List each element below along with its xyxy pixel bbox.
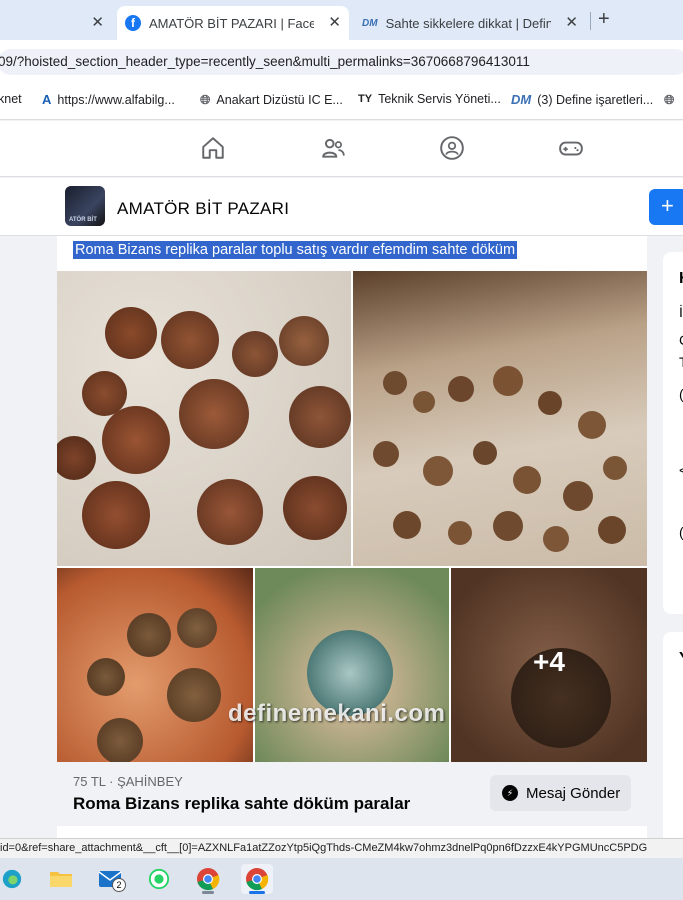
- mail-badge: 2: [112, 878, 126, 892]
- sidebar-text: H: [679, 270, 683, 288]
- edge-icon[interactable]: [0, 864, 28, 894]
- create-button[interactable]: +: [649, 189, 683, 225]
- sidebar-card: H İ C T ( < (: [663, 252, 683, 614]
- bookmark-item[interactable]: 🌐︎: [664, 92, 680, 108]
- new-tab-icon[interactable]: +: [598, 8, 610, 31]
- post-text: Roma Bizans replika paralar toplu satış …: [73, 241, 518, 259]
- browser-tab-strip: ✕ f AMATÖR BİT PAZARI | Facebook ✕ DM Sa…: [0, 0, 683, 40]
- running-indicator: [202, 891, 214, 894]
- mail-icon[interactable]: 2: [94, 864, 126, 894]
- definemekani-icon: DM: [362, 17, 378, 29]
- address-bar[interactable]: 09/?hoisted_section_header_type=recently…: [0, 49, 683, 75]
- messenger-icon: ⚡︎: [502, 785, 518, 801]
- send-message-button[interactable]: ⚡︎ Mesaj Gönder: [490, 775, 631, 811]
- bookmark-item[interactable]: 🌐︎ Anakart Dizüstü IC E...: [200, 92, 343, 108]
- sidebar-text: T: [679, 354, 683, 370]
- friends-icon[interactable]: [320, 135, 346, 161]
- groups-icon[interactable]: [439, 135, 465, 161]
- sidebar-text: <: [679, 462, 683, 478]
- bookmarks-bar: knet A https://www.alfabilg... 🌐︎ Anakar…: [0, 80, 683, 120]
- post-photo[interactable]: [255, 568, 449, 762]
- sidebar-text: İ: [679, 304, 683, 320]
- chrome-icon[interactable]: [241, 864, 273, 894]
- group-name[interactable]: AMATÖR BİT PAZARI: [117, 199, 289, 219]
- bookmark-label: (3) Define işaretleri...: [537, 92, 654, 107]
- post-photo-more[interactable]: +4: [451, 568, 647, 762]
- browser-tab[interactable]: DM Sahte sikkelere dikkat | Define iş ✕: [352, 6, 586, 40]
- tab-separator: [590, 12, 591, 30]
- close-tab-icon[interactable]: ✕: [328, 13, 341, 31]
- tab-title: AMATÖR BİT PAZARI | Facebook: [149, 15, 314, 31]
- globe-icon: 🌐︎: [664, 92, 675, 107]
- facebook-icon: f: [125, 15, 141, 31]
- browser-tab-active[interactable]: f AMATÖR BİT PAZARI | Facebook ✕: [117, 6, 349, 40]
- home-icon[interactable]: [200, 135, 226, 161]
- gaming-icon[interactable]: [558, 135, 584, 161]
- windows-taskbar: 2: [0, 858, 683, 900]
- post-card: Roma Bizans replika paralar toplu satış …: [57, 236, 647, 840]
- sidebar-text: C: [679, 332, 683, 348]
- group-avatar[interactable]: ATÖR BİT: [65, 186, 105, 226]
- marketplace-listing[interactable]: 75 TL · ŞAHİNBEY Roma Bizans replika sah…: [57, 762, 647, 826]
- bookmark-item[interactable]: DM (3) Define işaretleri...: [511, 92, 653, 107]
- chrome-icon[interactable]: [192, 864, 224, 894]
- tab-title: Sahte sikkelere dikkat | Define iş: [385, 15, 551, 31]
- whatsapp-icon[interactable]: [143, 864, 175, 894]
- post-photo[interactable]: [57, 271, 351, 566]
- send-message-label: Mesaj Gönder: [526, 784, 621, 802]
- listing-title[interactable]: Roma Bizans replika sahte döküm paralar: [73, 794, 410, 814]
- bookmark-label: https://www.alfabilg...: [57, 92, 175, 107]
- globe-icon: 🌐︎: [200, 92, 211, 107]
- ty-icon: TY: [358, 93, 373, 105]
- status-url-bar: id=0&ref=share_attachment&__cft__[0]=AZX…: [0, 838, 683, 858]
- bookmark-item[interactable]: knet: [0, 92, 22, 106]
- browser-tab[interactable]: ✕: [0, 6, 112, 40]
- watermark: definemekani.com: [228, 700, 446, 727]
- close-tab-icon[interactable]: ✕: [565, 13, 578, 31]
- facebook-nav-bar: [0, 121, 683, 177]
- listing-price-location: 75 TL · ŞAHİNBEY: [73, 774, 183, 789]
- active-indicator: [249, 891, 265, 894]
- more-photos-count: +4: [533, 646, 565, 677]
- file-explorer-icon[interactable]: [45, 864, 77, 894]
- sidebar-card: Y: [663, 632, 683, 852]
- bookmark-item[interactable]: A https://www.alfabilg...: [42, 92, 175, 107]
- definemekani-icon: DM: [511, 92, 532, 107]
- post-photo[interactable]: [353, 271, 647, 566]
- group-avatar-label: ATÖR BİT: [69, 217, 97, 223]
- close-tab-icon[interactable]: ✕: [91, 13, 104, 31]
- post-photo[interactable]: [57, 568, 253, 762]
- address-bar-area: 09/?hoisted_section_header_type=recently…: [0, 40, 683, 80]
- sidebar-text: (: [679, 386, 683, 402]
- sidebar-text: (: [679, 524, 683, 540]
- alfabilgi-icon: A: [42, 92, 52, 107]
- group-header: ATÖR BİT AMATÖR BİT PAZARI: [0, 178, 683, 236]
- bookmark-label: knet: [0, 92, 22, 106]
- sidebar-text: Y: [679, 650, 683, 668]
- bookmark-label: Teknik Servis Yöneti...: [378, 92, 501, 106]
- bookmark-label: Anakart Dizüstü IC E...: [216, 93, 343, 107]
- bookmark-item[interactable]: TY Teknik Servis Yöneti...: [358, 92, 501, 106]
